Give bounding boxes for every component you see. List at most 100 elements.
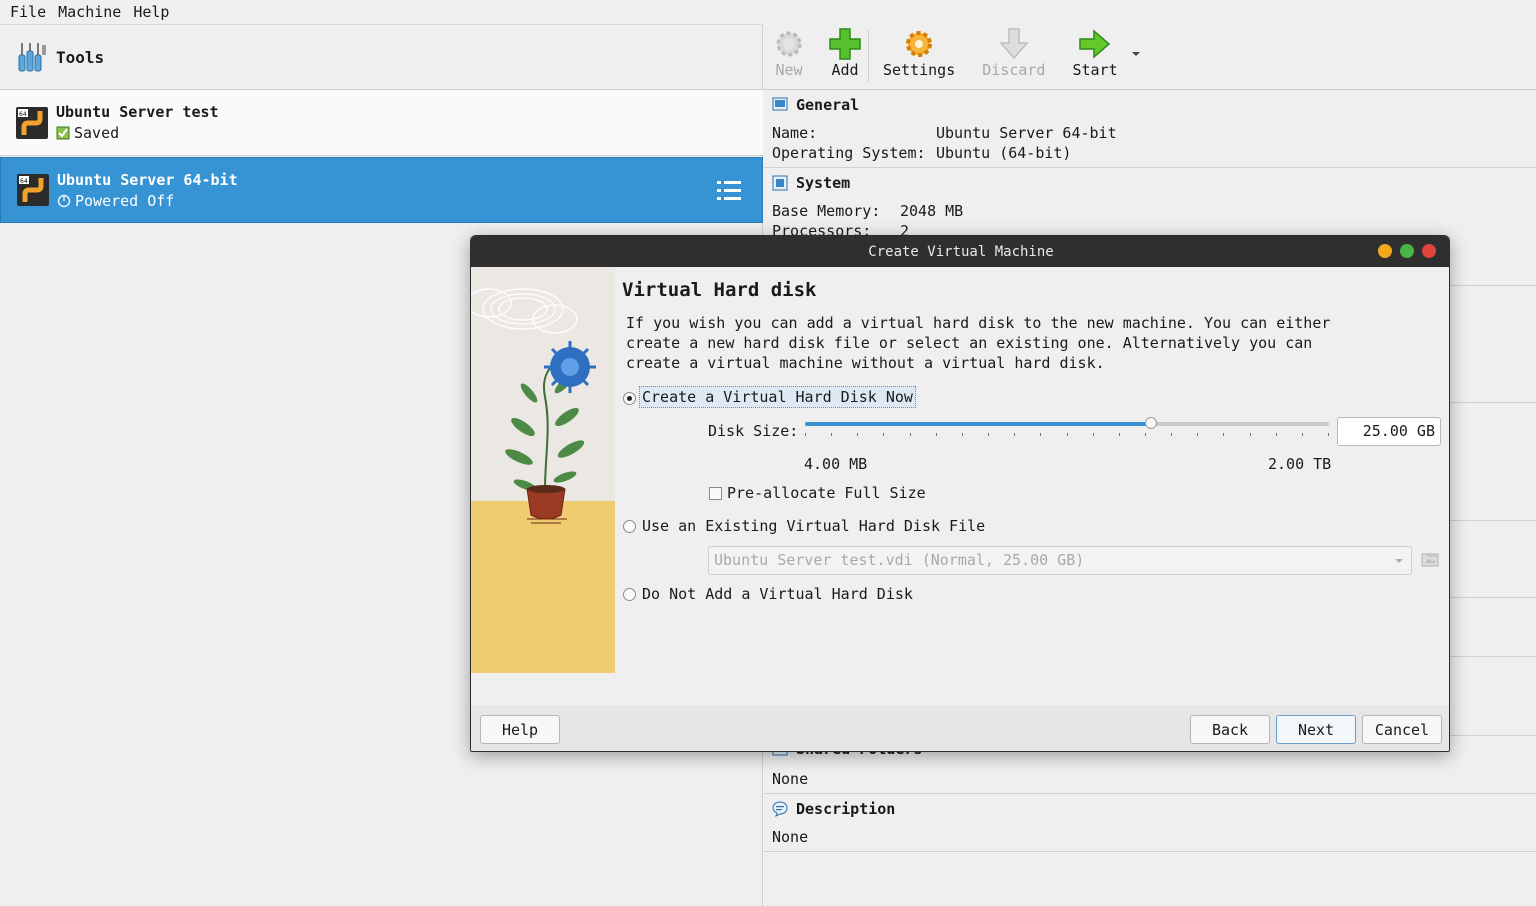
slider-tick xyxy=(1145,433,1146,436)
slider-tick xyxy=(1040,433,1041,436)
dialog-title: Create Virtual Machine xyxy=(868,243,1054,260)
no-disk-radio[interactable] xyxy=(623,588,636,601)
choose-disk-folder-icon[interactable] xyxy=(1421,550,1439,568)
wizard-page-content: Virtual Hard disk If you wish you can ad… xyxy=(621,267,1449,673)
existing-disk-option-label[interactable]: Use an Existing Virtual Hard Disk File xyxy=(642,517,985,535)
settings-label: Settings xyxy=(883,61,956,79)
close-button[interactable] xyxy=(1422,244,1436,258)
slider-tick xyxy=(883,433,884,436)
slider-tick xyxy=(1014,433,1015,436)
vm-name: Ubuntu Server 64-bit xyxy=(57,170,238,189)
slider-tick xyxy=(1250,433,1251,436)
slider-tick xyxy=(805,433,806,436)
tools-item[interactable]: Tools xyxy=(0,24,763,90)
new-label: New xyxy=(775,61,803,79)
page-heading: Virtual Hard disk xyxy=(622,279,817,301)
main-toolbar: New Add Settings Discard Start xyxy=(764,24,1536,90)
vm-state: Saved xyxy=(56,124,219,142)
slider-tick xyxy=(1119,433,1120,436)
slider-tick xyxy=(1276,433,1277,436)
menu-machine[interactable]: Machine xyxy=(52,3,127,21)
ubuntu-os-icon: 64 xyxy=(16,106,48,139)
vm-menu-icon[interactable] xyxy=(716,178,742,204)
ubuntu-os-icon: 64 xyxy=(17,174,49,206)
dialog-button-bar: Help Back Next Cancel xyxy=(471,705,1449,751)
general-icon xyxy=(772,97,788,111)
power-off-icon xyxy=(57,194,71,207)
add-plus-icon xyxy=(829,28,861,60)
disk-size-slider[interactable] xyxy=(805,417,1329,429)
cancel-button[interactable]: Cancel xyxy=(1362,715,1442,744)
wizard-illustration xyxy=(471,267,615,673)
settings-gear-icon xyxy=(906,31,933,57)
existing-disk-radio[interactable] xyxy=(623,520,636,533)
description-title: Description xyxy=(796,800,896,818)
plant-illustration-icon xyxy=(471,267,615,673)
shared-folders-value: None xyxy=(772,770,809,788)
menu-file[interactable]: File xyxy=(4,3,52,21)
system-section-header[interactable]: System xyxy=(772,174,850,192)
start-dropdown-icon[interactable] xyxy=(1131,52,1140,56)
tools-label: Tools xyxy=(56,47,105,67)
saved-state-icon xyxy=(56,126,70,140)
slider-tick xyxy=(1328,433,1329,436)
next-button[interactable]: Next xyxy=(1276,715,1356,744)
general-os-row: Operating System: Ubuntu (64-bit) xyxy=(772,144,1072,162)
chevron-down-icon xyxy=(1395,559,1403,563)
divider xyxy=(764,167,1536,168)
general-section-header[interactable]: General xyxy=(772,96,859,114)
create-disk-option-label[interactable]: Create a Virtual Hard Disk Now xyxy=(639,386,916,408)
dialog-title-bar[interactable]: Create Virtual Machine xyxy=(471,236,1449,267)
slider-tick xyxy=(831,433,832,436)
system-memory-row: Base Memory: 2048 MB xyxy=(772,202,964,220)
settings-button[interactable]: Settings xyxy=(883,27,955,79)
discard-arrow-icon xyxy=(999,28,1029,60)
add-button[interactable]: Add xyxy=(828,27,862,79)
create-vm-dialog: Create Virtual Machine Virtual Hard disk… xyxy=(470,235,1450,752)
tools-icon xyxy=(18,43,46,72)
slider-tick xyxy=(857,433,858,436)
back-button[interactable]: Back xyxy=(1190,715,1270,744)
slider-tick xyxy=(1302,433,1303,436)
system-title: System xyxy=(796,174,851,192)
existing-disk-value: Ubuntu Server test.vdi (Normal, 25.00 GB… xyxy=(714,551,1085,569)
slider-max-label: 2.00 TB xyxy=(1268,455,1332,473)
vm-name: Ubuntu Server test xyxy=(56,103,219,121)
divider xyxy=(764,851,1536,852)
preallocate-checkbox[interactable] xyxy=(709,487,722,500)
general-title: General xyxy=(796,96,860,114)
slider-handle[interactable] xyxy=(1144,417,1157,429)
vm-state-label: Powered Off xyxy=(75,191,175,210)
menu-help[interactable]: Help xyxy=(127,3,175,21)
vm-item-ubuntu-server-test[interactable]: 64 Ubuntu Server test Saved xyxy=(0,90,763,156)
page-intro-text: If you wish you can add a virtual hard d… xyxy=(626,314,1331,372)
slider-tick xyxy=(910,433,911,436)
new-button[interactable]: New xyxy=(772,27,806,79)
create-disk-radio[interactable] xyxy=(623,392,636,405)
general-name-row: Name: Ubuntu Server 64-bit xyxy=(772,124,1117,142)
help-button[interactable]: Help xyxy=(480,715,560,744)
minimize-button[interactable] xyxy=(1378,244,1392,258)
preallocate-label[interactable]: Pre-allocate Full Size xyxy=(727,484,926,502)
menu-bar: File Machine Help xyxy=(0,0,1536,24)
description-speech-icon xyxy=(772,801,788,817)
svg-text:64: 64 xyxy=(19,111,27,118)
svg-text:64: 64 xyxy=(20,178,28,185)
disk-size-input[interactable]: 25.00 GB xyxy=(1337,417,1441,446)
vm-state: Powered Off xyxy=(57,192,238,210)
slider-tick xyxy=(1223,433,1224,436)
start-arrow-icon xyxy=(1079,29,1111,59)
description-value: None xyxy=(772,828,809,846)
description-section-header[interactable]: Description xyxy=(772,800,895,818)
discard-label: Discard xyxy=(982,61,1046,79)
add-label: Add xyxy=(831,61,859,79)
vm-item-ubuntu-server-64bit[interactable]: 64 Ubuntu Server 64-bit Powered Off xyxy=(0,157,763,223)
system-chip-icon xyxy=(772,175,788,191)
start-button[interactable]: Start xyxy=(1072,27,1118,79)
existing-disk-combo[interactable]: Ubuntu Server test.vdi (Normal, 25.00 GB… xyxy=(708,546,1412,575)
new-gear-icon xyxy=(776,31,802,57)
maximize-button[interactable] xyxy=(1400,244,1414,258)
no-disk-option-label[interactable]: Do Not Add a Virtual Hard Disk xyxy=(642,585,913,603)
vm-state-label: Saved xyxy=(74,124,120,142)
discard-button[interactable]: Discard xyxy=(982,27,1045,79)
